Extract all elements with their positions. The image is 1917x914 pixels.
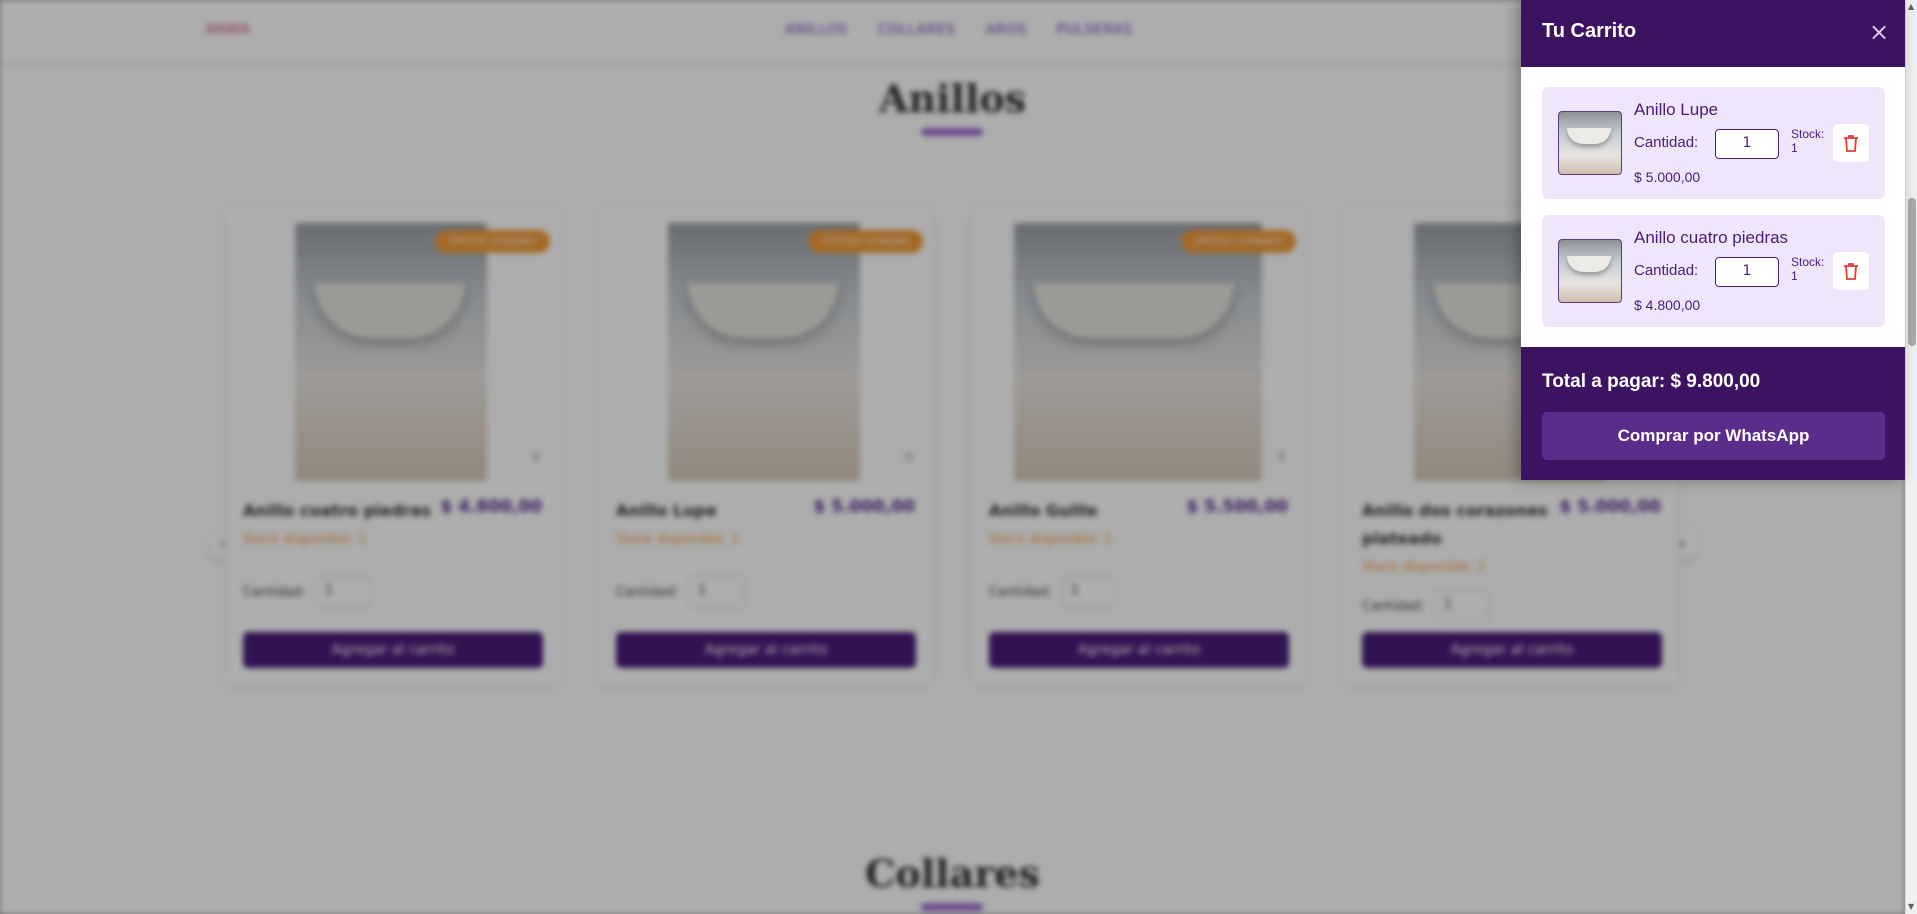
quantity-input[interactable]: 1 (1715, 257, 1779, 287)
page-scrollbar[interactable]: ▲ ▼ (1905, 0, 1917, 914)
cart-items-list: Anillo Lupe Cantidad: 1 Stock: 1 $ 5.000… (1521, 67, 1905, 347)
cart-total: Total a pagar: $ 9.800,00 (1542, 371, 1761, 392)
cart-item-name: Anillo Lupe (1634, 100, 1719, 119)
cart-item: Anillo cuatro piedras Cantidad: 1 Stock:… (1542, 215, 1885, 327)
delete-button[interactable] (1833, 124, 1869, 162)
cart-item-price: $ 4.800,00 (1634, 297, 1701, 313)
cart-title: Tu Carrito (1542, 20, 1637, 42)
quantity-label: Cantidad: (1634, 262, 1699, 279)
cart-item-thumbnail (1558, 239, 1622, 303)
cart-item-thumbnail (1558, 111, 1622, 175)
scroll-thumb[interactable] (1908, 198, 1916, 346)
cart-footer: Total a pagar: $ 9.800,00 Comprar por Wh… (1521, 347, 1905, 480)
trash-icon (1844, 263, 1858, 280)
stock-label: Stock: 1 (1791, 255, 1825, 283)
trash-icon (1844, 135, 1858, 152)
scroll-down-arrow[interactable]: ▼ (1908, 902, 1914, 911)
delete-button[interactable] (1833, 252, 1869, 290)
cart-item: Anillo Lupe Cantidad: 1 Stock: 1 $ 5.000… (1542, 87, 1885, 199)
scroll-up-arrow[interactable]: ▲ (1908, 2, 1914, 11)
stock-label: Stock: 1 (1791, 127, 1825, 155)
whatsapp-buy-button[interactable]: Comprar por WhatsApp (1542, 412, 1885, 460)
cart-drawer: Tu Carrito × Anillo Lupe Cantidad: 1 Sto… (1521, 0, 1905, 480)
cart-item-price: $ 5.000,00 (1634, 169, 1701, 185)
quantity-label: Cantidad: (1634, 134, 1699, 151)
cart-header: Tu Carrito × (1521, 0, 1905, 67)
close-icon[interactable]: × (1865, 19, 1893, 47)
cart-item-name: Anillo cuatro piedras (1634, 228, 1789, 247)
quantity-input[interactable]: 1 (1715, 129, 1779, 159)
